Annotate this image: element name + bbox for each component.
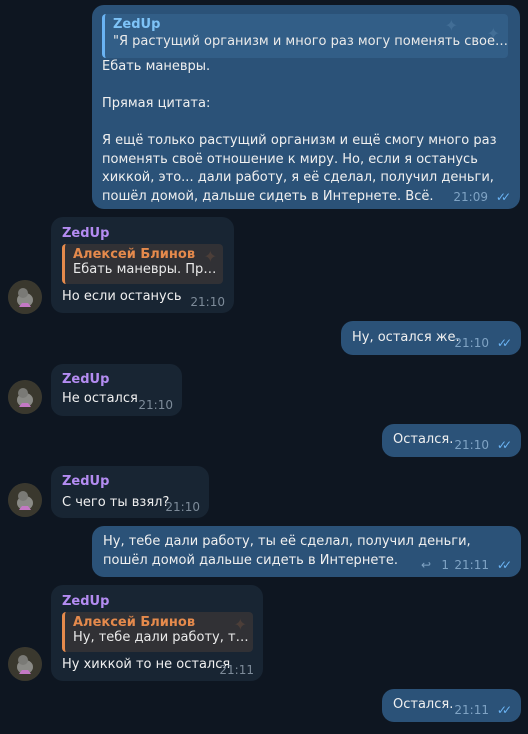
message-text: Не остался [62, 391, 138, 406]
message-time: 21:10 [454, 438, 489, 452]
message-time: 21:11 [219, 663, 254, 677]
message-time: 21:10 [454, 336, 489, 350]
outgoing-message[interactable]: Остался. 21:10 ✓✓ [382, 424, 521, 457]
message-text: Ну, остался же. [352, 330, 460, 345]
message-text: С чего ты взял? [62, 495, 170, 510]
quote-sender-name: Алексей Блинов [73, 615, 196, 630]
message-time: 21:10 [138, 398, 173, 412]
message-text: Ну хиккой то не остался [62, 657, 231, 672]
outgoing-message[interactable]: Ну, тебе дали работу, ты её сделал, полу… [92, 526, 521, 577]
quote-pattern-icon: ✦ [486, 24, 500, 43]
message-time: 21:09 [453, 190, 488, 204]
reply-quote[interactable]: Алексей Блинов Ебать маневры. Пря... ✦ [62, 244, 223, 284]
message-text: Ебать маневры. Прямая цитата: Я ещё толь… [102, 59, 497, 204]
quote-sender-name: Алексей Блинов [73, 247, 196, 262]
read-ticks-icon: ✓✓ [496, 336, 512, 350]
reply-arrow-icon[interactable]: ↩ [421, 558, 431, 572]
read-ticks-icon: ✓✓ [495, 190, 511, 204]
reply-count[interactable]: 1 [441, 558, 449, 572]
sender-name[interactable]: ZedUp [62, 594, 109, 609]
message-time: 21:11 [454, 558, 489, 572]
outgoing-message[interactable]: Ну, остался же. 21:10 ✓✓ [341, 321, 521, 355]
read-ticks-icon: ✓✓ [496, 558, 512, 572]
incoming-message[interactable]: ZedUp Алексей Блинов Ебать маневры. Пря.… [51, 217, 234, 313]
quote-text: Ебать маневры. Пря... [73, 262, 223, 277]
quote-text: Ну, тебе дали работу, ты е... [73, 630, 253, 645]
message-time: 21:10 [165, 500, 200, 514]
sender-name[interactable]: ZedUp [62, 474, 109, 489]
avatar[interactable] [8, 483, 42, 517]
quote-text: "Я растущий организм и много раз могу по… [113, 34, 508, 49]
read-ticks-icon: ✓✓ [496, 703, 512, 717]
outgoing-message[interactable]: Остался. 21:11 ✓✓ [382, 689, 521, 722]
message-time: 21:10 [190, 295, 225, 309]
avatar[interactable] [8, 280, 42, 314]
reply-quote[interactable]: Алексей Блинов Ну, тебе дали работу, ты … [62, 612, 253, 652]
quote-pattern-icon: ✦ [444, 16, 458, 35]
message-text: Остался. [393, 697, 454, 712]
avatar[interactable] [8, 647, 42, 681]
quote-pattern-icon: ✦ [203, 247, 217, 266]
incoming-message[interactable]: ZedUp С чего ты взял? 21:10 [51, 466, 209, 518]
incoming-message[interactable]: ZedUp Не остался 21:10 [51, 364, 182, 416]
message-text: Остался. [393, 432, 454, 447]
read-ticks-icon: ✓✓ [496, 438, 512, 452]
outgoing-message[interactable]: ZedUp "Я растущий организм и много раз м… [92, 5, 520, 209]
message-text: Но если останусь [62, 289, 182, 304]
sender-name[interactable]: ZedUp [62, 226, 109, 241]
reply-quote[interactable]: ZedUp "Я растущий организм и много раз м… [102, 14, 508, 58]
incoming-message[interactable]: ZedUp Алексей Блинов Ну, тебе дали работ… [51, 585, 263, 681]
quote-pattern-icon: ✦ [233, 615, 247, 634]
sender-name[interactable]: ZedUp [62, 372, 109, 387]
avatar[interactable] [8, 380, 42, 414]
message-time: 21:11 [454, 703, 489, 717]
